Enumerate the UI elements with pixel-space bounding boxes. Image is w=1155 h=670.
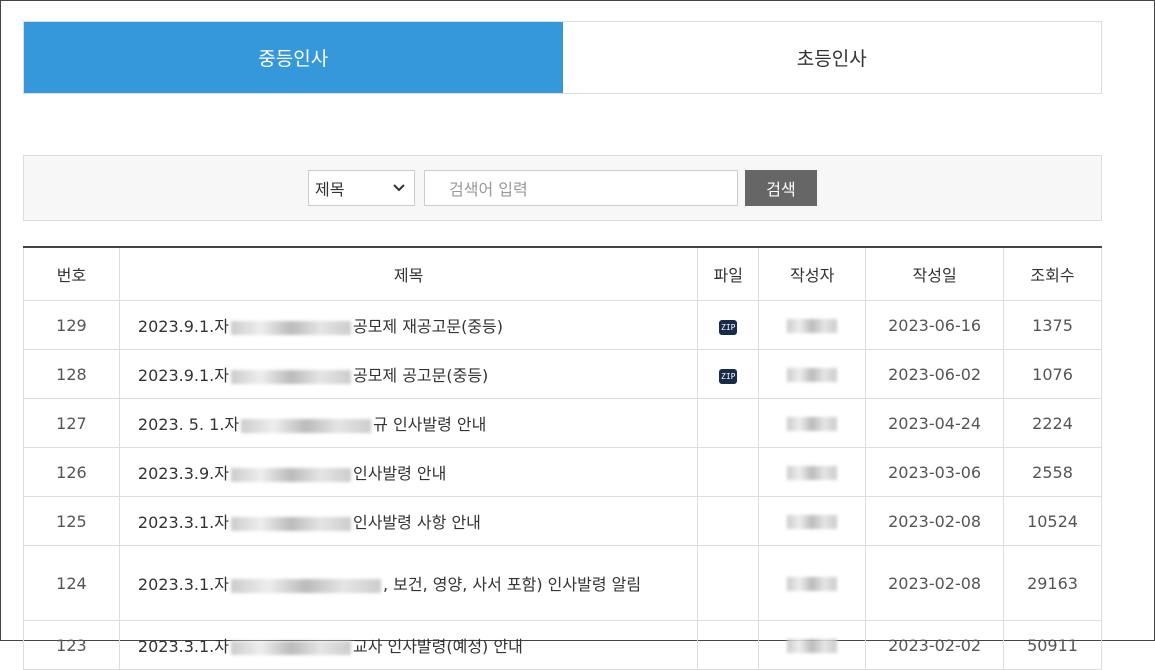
redacted-author xyxy=(787,577,838,591)
row-title[interactable]: 2023.3.1.자 인사발령 사항 안내 xyxy=(118,496,699,546)
row-file xyxy=(697,496,760,546)
redacted-text xyxy=(230,369,351,384)
redacted-text xyxy=(241,418,372,433)
select-value: 제목 xyxy=(315,180,345,199)
row-date: 2023-06-02 xyxy=(865,349,1005,399)
row-file xyxy=(697,447,760,497)
title-suffix: 인사발령 사항 안내 xyxy=(352,513,481,532)
search-field-select[interactable]: 제목 xyxy=(308,170,415,206)
row-number: 128 xyxy=(23,349,120,399)
table-row[interactable]: 123 2023.3.1.자 교사 인사발령(예정) 안내 2023-02-02 509… xyxy=(23,620,1102,670)
zip-file-icon[interactable]: ZIP xyxy=(719,320,738,335)
title-prefix: 2023.9.1.자 xyxy=(137,317,229,336)
board-table: 번호 제목 파일 작성자 작성일 조회수 129 2023.9.1.자 공모제 재공… xyxy=(23,246,1102,670)
title-suffix: 인사발령 안내 xyxy=(352,464,447,483)
table-row[interactable]: 124 2023.3.1.자, 보건, 영양, 사서 포함) 인사발령 알림 202… xyxy=(23,545,1102,621)
redacted-author xyxy=(787,639,838,653)
redacted-author xyxy=(787,368,838,382)
row-author xyxy=(758,447,867,497)
row-file[interactable]: ZIP xyxy=(697,349,760,399)
table-row[interactable]: 128 2023.9.1.자 공모제 공고문(중등) ZIP 2023-06-02 107… xyxy=(23,349,1102,399)
zip-file-icon[interactable]: ZIP xyxy=(719,369,738,384)
header-date: 작성일 xyxy=(865,247,1005,301)
search-bar: 제목 검색어 입력 검색 xyxy=(23,155,1102,221)
tab-secondary[interactable]: 중등인사 xyxy=(24,22,563,93)
row-views: 1375 xyxy=(1003,300,1102,350)
chevron-down-icon xyxy=(393,184,405,192)
table-row[interactable]: 127 2023. 5. 1.자 규 인사발령 안내 2023-04-24 2224 xyxy=(23,398,1102,448)
row-date: 2023-02-08 xyxy=(865,545,1005,621)
row-number: 125 xyxy=(23,496,120,546)
row-date: 2023-03-06 xyxy=(865,447,1005,497)
row-author xyxy=(758,545,867,621)
header-title: 제목 xyxy=(118,247,699,301)
row-views: 10524 xyxy=(1003,496,1102,546)
redacted-text xyxy=(230,640,351,655)
row-title[interactable]: 2023.3.1.자 , 보건, 영양, 사서 포함) 인사발령 알림 xyxy=(118,545,699,621)
row-title[interactable]: 2023.9.1.자 공모제 재공고문(중등) xyxy=(118,300,699,350)
row-views: 2558 xyxy=(1003,447,1102,497)
row-title[interactable]: 2023.9.1.자 공모제 공고문(중등) xyxy=(118,349,699,399)
search-button[interactable]: 검색 xyxy=(745,170,817,206)
redacted-author xyxy=(787,319,838,333)
redacted-text xyxy=(230,320,351,335)
table-row[interactable]: 126 2023.3.9.자 인사발령 안내 2023-03-06 2558 xyxy=(23,447,1102,497)
row-date: 2023-04-24 xyxy=(865,398,1005,448)
title-suffix: 공모제 재공고문(중등) xyxy=(352,317,504,336)
title-suffix: , 보건, 영양, 사서 포함) 인사발령 알림 xyxy=(382,575,642,594)
header-views: 조회수 xyxy=(1003,247,1102,301)
row-title[interactable]: 2023.3.9.자 인사발령 안내 xyxy=(118,447,699,497)
title-suffix: 공모제 공고문(중등) xyxy=(352,366,489,385)
redacted-text xyxy=(230,467,351,482)
row-number: 123 xyxy=(23,620,120,670)
title-suffix: 교사 인사발령(예정) 안내 xyxy=(352,637,523,656)
header-file: 파일 xyxy=(697,247,760,301)
row-file xyxy=(697,620,760,670)
row-number: 127 xyxy=(23,398,120,448)
row-date: 2023-02-02 xyxy=(865,620,1005,670)
row-author xyxy=(758,620,867,670)
row-author xyxy=(758,398,867,448)
title-prefix: 2023.9.1.자 xyxy=(137,366,229,385)
title-prefix: 2023.3.1.자 xyxy=(137,637,229,656)
row-file xyxy=(697,398,760,448)
title-prefix: 2023.3.1.자 xyxy=(137,575,229,594)
row-file xyxy=(697,545,760,621)
tab-elementary[interactable]: 초등인사 xyxy=(563,22,1102,93)
header-number: 번호 xyxy=(23,247,120,301)
table-row[interactable]: 125 2023.3.1.자 인사발령 사항 안내 2023-02-08 10524 xyxy=(23,496,1102,546)
row-author xyxy=(758,300,867,350)
title-prefix: 2023.3.1.자 xyxy=(137,513,229,532)
redacted-text xyxy=(230,578,381,593)
row-title[interactable]: 2023.3.1.자 교사 인사발령(예정) 안내 xyxy=(118,620,699,670)
header-author: 작성자 xyxy=(758,247,867,301)
redacted-text xyxy=(230,516,351,531)
title-prefix: 2023. 5. 1.자 xyxy=(137,415,240,434)
row-date: 2023-06-16 xyxy=(865,300,1005,350)
row-views: 1076 xyxy=(1003,349,1102,399)
row-views: 29163 xyxy=(1003,545,1102,621)
table-header-row: 번호 제목 파일 작성자 작성일 조회수 xyxy=(23,247,1102,301)
redacted-author xyxy=(787,515,838,529)
row-views: 2224 xyxy=(1003,398,1102,448)
redacted-author xyxy=(787,417,838,431)
row-title[interactable]: 2023. 5. 1.자 규 인사발령 안내 xyxy=(118,398,699,448)
title-suffix: 규 인사발령 안내 xyxy=(373,415,487,434)
row-author xyxy=(758,349,867,399)
title-prefix: 2023.3.9.자 xyxy=(137,464,229,483)
row-file[interactable]: ZIP xyxy=(697,300,760,350)
board-tabs: 중등인사 초등인사 xyxy=(23,21,1102,94)
row-views: 50911 xyxy=(1003,620,1102,670)
search-input[interactable]: 검색어 입력 xyxy=(424,170,738,206)
table-row[interactable]: 129 2023.9.1.자 공모제 재공고문(중등) ZIP 2023-06-16 13… xyxy=(23,300,1102,350)
row-date: 2023-02-08 xyxy=(865,496,1005,546)
redacted-author xyxy=(787,466,838,480)
row-number: 126 xyxy=(23,447,120,497)
row-number: 129 xyxy=(23,300,120,350)
row-number: 124 xyxy=(23,545,120,621)
row-author xyxy=(758,496,867,546)
